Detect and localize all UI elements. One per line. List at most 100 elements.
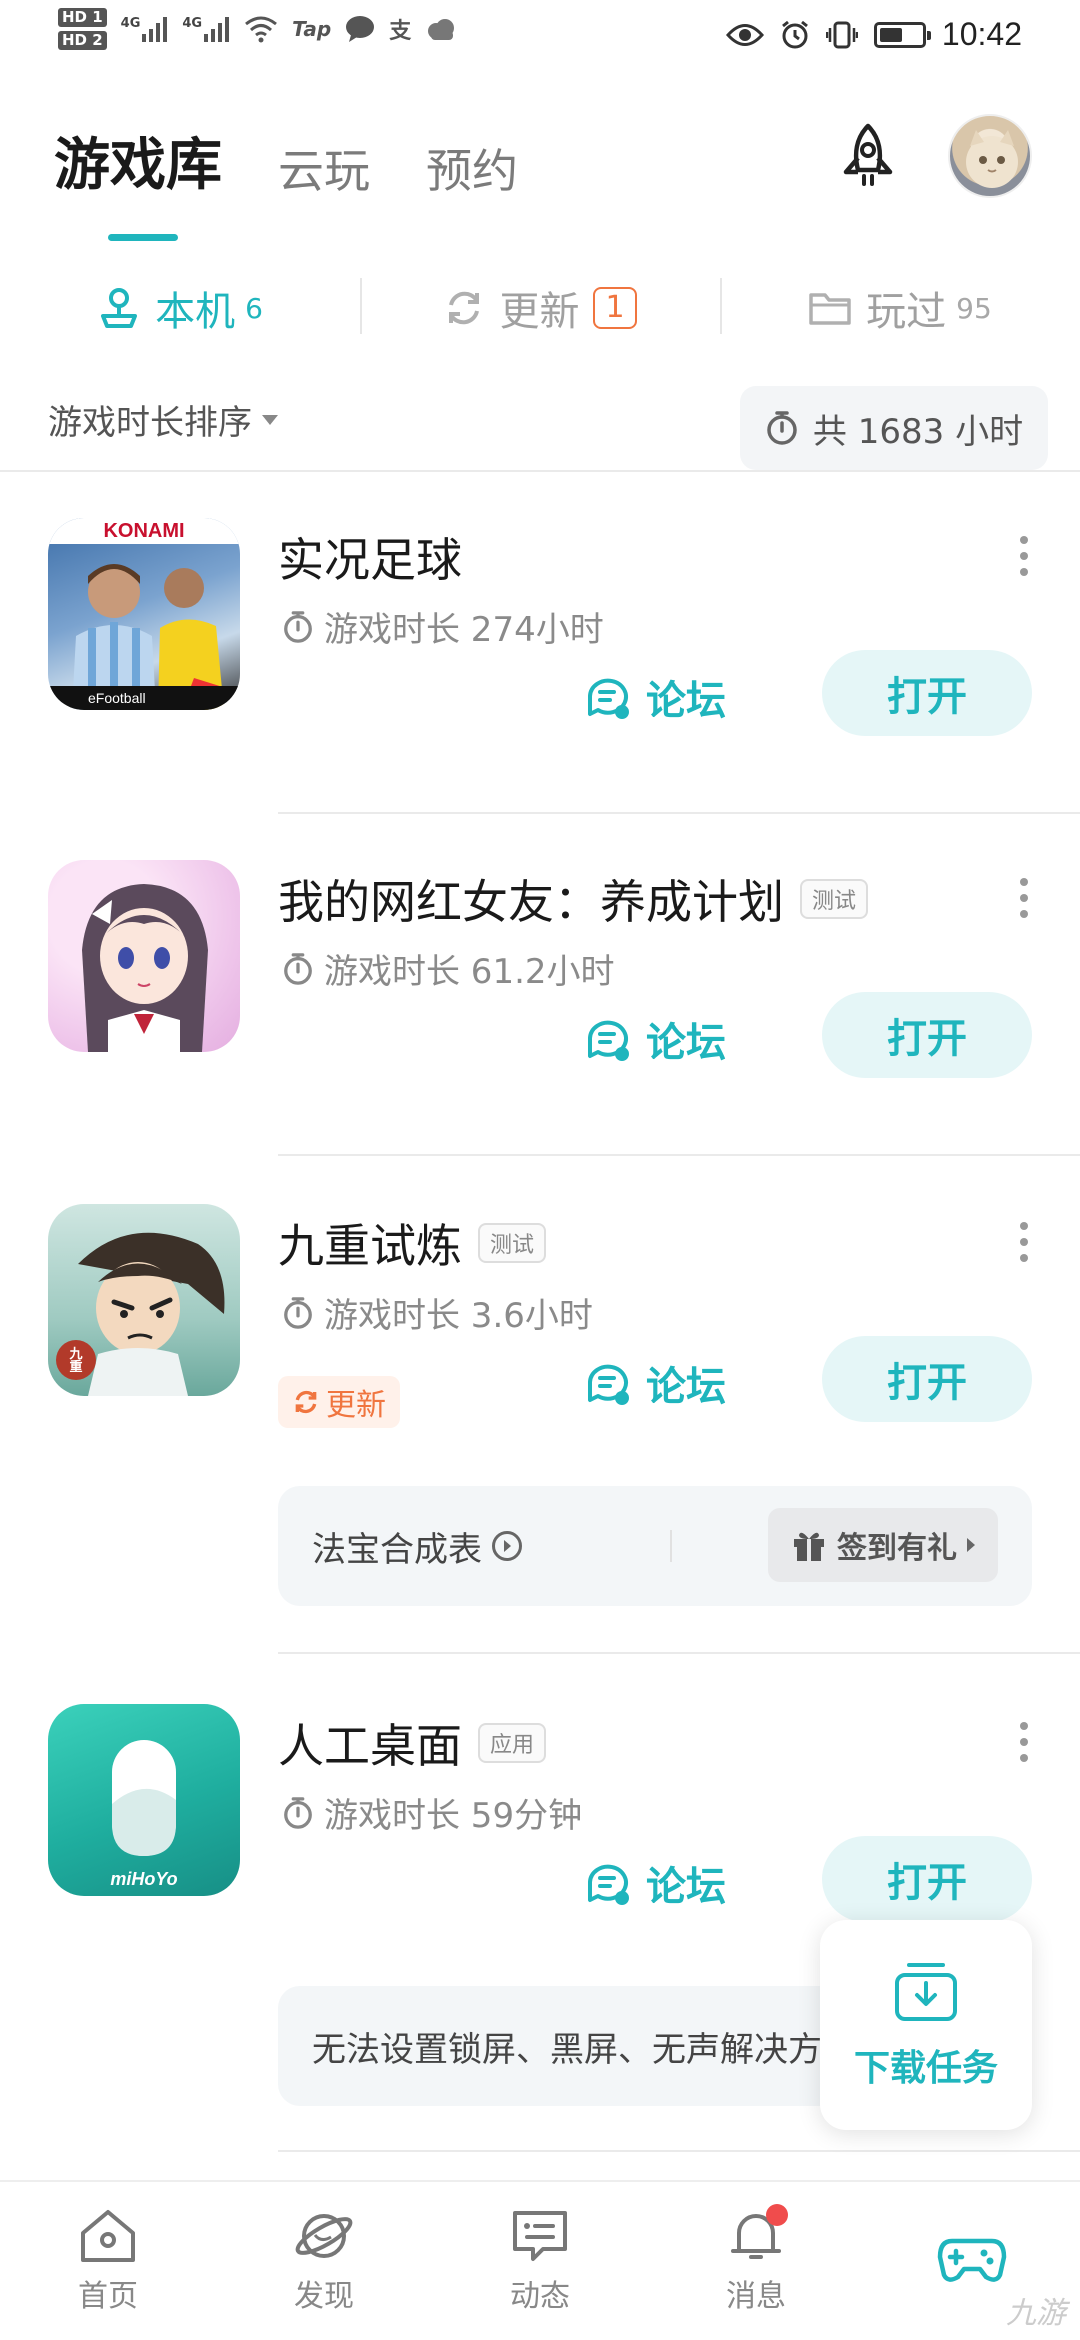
forum-chat-icon [588,1864,629,1905]
stopwatch-icon [284,1296,312,1329]
wifi-icon [245,16,278,43]
status-left: HD 1 HD 2 4G 4G Tap 支 [58,8,457,50]
forum-chat-icon [588,678,629,719]
clock: 10:42 [941,16,1022,52]
download-tasks-button[interactable]: 下载任务 [820,1920,1032,2130]
bottom-nav: 首页 发现 动态 消息 九游 [0,2180,1080,2340]
extra-card-label: 法宝合成表 [312,1529,482,1570]
subtab-update-label: 更新 [499,289,580,335]
forum-label: 论坛 [646,1020,726,1066]
refresh-icon [449,291,480,325]
game-title-text: 九重试炼 [278,1219,462,1273]
more-options-icon[interactable] [1018,536,1030,576]
nav-feed-label: 动态 [510,2279,570,2314]
game-title: 人工桌面 应用 [278,1710,547,1776]
sub-tabs: 本机 6 更新 1 玩过 95 [0,270,1080,346]
subtab-played[interactable]: 玩过 95 [720,270,1080,346]
avatar[interactable] [948,114,1032,198]
status-right: 10:42 [725,16,1022,53]
game-icon-girlfriend[interactable] [48,860,240,1052]
signal2-icon: 4G [182,16,230,42]
game-tag: 测试 [800,879,869,919]
download-tray-icon [895,1963,957,2021]
nav-home[interactable]: 首页 [0,2182,216,2340]
caret-down-icon [262,414,278,425]
nav-discover-label: 发现 [294,2279,354,2314]
hd-indicators: HD 1 HD 2 [58,8,107,50]
home-icon [81,2210,135,2262]
chevron-right-icon [967,1538,975,1552]
sort-label: 游戏时长排序 [48,403,252,443]
nav-discover[interactable]: 发现 [216,2182,432,2340]
hd1-badge: HD 1 [58,8,107,27]
stopwatch-icon [767,411,797,445]
refresh-icon [295,1390,317,1414]
open-button[interactable]: 打开 [822,992,1032,1078]
game-icon-efootball[interactable]: KONAMI eFootball [48,518,240,710]
sign-in-gift-button[interactable]: 签到有礼 [768,1508,998,1582]
game-icon-jiuchong[interactable]: 九重 [48,1204,240,1396]
open-button[interactable]: 打开 [822,1336,1032,1422]
update-tag[interactable]: 更新 [278,1376,400,1428]
more-options-icon[interactable] [1018,1222,1030,1262]
forum-label: 论坛 [646,1864,726,1910]
game-playtime-text: 游戏时长 3.6小时 [324,1296,593,1336]
forum-button[interactable]: 论坛 [584,668,726,726]
forum-button[interactable]: 论坛 [584,1354,726,1412]
open-button[interactable]: 打开 [822,1836,1032,1922]
more-options-icon[interactable] [1018,1722,1030,1762]
message-card-icon [513,2211,567,2261]
tap-icon: Tap [292,17,332,41]
game-title-text: 实况足球 [278,533,462,587]
game-tag: 测试 [478,1223,547,1263]
nav-messages[interactable]: 消息 [648,2182,864,2340]
game-title-text: 人工桌面 [278,1719,462,1773]
unread-dot [766,2204,788,2226]
game-title: 我的网红女友：养成计划 测试 [278,866,869,932]
tab-cloud-play[interactable]: 云玩 [278,135,370,201]
game-tag: 应用 [478,1723,547,1763]
forum-chat-icon [588,1364,629,1405]
icon-mark-jiuchong: 九重 [69,1347,83,1375]
subtab-local-count: 6 [245,291,263,325]
subtab-played-count: 95 [956,291,992,325]
eye-icon [725,23,764,46]
game-playtime: 游戏时长 59分钟 [282,1788,582,1837]
divider [0,470,1080,472]
gift-icon [794,1532,824,1561]
update-tag-label: 更新 [326,1388,386,1423]
extra-card-label: 无法设置锁屏、黑屏、无声解决方 [312,2029,822,2070]
stopwatch-icon [284,1796,312,1829]
tab-game-library[interactable]: 游戏库 [54,120,222,241]
open-button[interactable]: 打开 [822,650,1032,736]
game-title-text: 我的网红女友：养成计划 [278,875,784,929]
stopwatch-icon [284,952,312,985]
rocket-icon[interactable] [832,120,904,192]
divider [278,812,1080,814]
subtab-update[interactable]: 更新 1 [360,270,720,346]
alipay-icon: 支 [389,19,412,44]
gamepad-icon [937,2238,1007,2282]
subtab-local-label: 本机 [155,289,236,335]
game-playtime: 游戏时长 3.6小时 [282,1288,593,1337]
game-title: 九重试炼 测试 [278,1210,547,1276]
hd2-badge: HD 2 [58,31,107,50]
divider [278,1652,1080,1654]
game-icon-desktop[interactable]: miHoYo [48,1704,240,1896]
nav-feed[interactable]: 动态 [432,2182,648,2340]
folder-icon [809,293,851,325]
extra-card[interactable]: 法宝合成表 签到有礼 [278,1486,1032,1606]
tab-reservation[interactable]: 预约 [426,135,518,201]
sort-selector[interactable]: 游戏时长排序 [48,395,278,444]
total-playtime-text: 共 1683 小时 [812,411,1024,452]
soccer-players-art [72,564,226,710]
game-playtime-text: 游戏时长 61.2小时 [324,952,615,992]
subtab-local[interactable]: 本机 6 [0,270,360,346]
nav-home-label: 首页 [78,2279,138,2314]
game-playtime-text: 游戏时长 59分钟 [324,1796,583,1836]
forum-button[interactable]: 论坛 [584,1854,726,1912]
anime-girl-art [82,884,208,1052]
game-title: 实况足球 [278,524,462,590]
more-options-icon[interactable] [1018,878,1030,918]
forum-button[interactable]: 论坛 [584,1010,726,1068]
